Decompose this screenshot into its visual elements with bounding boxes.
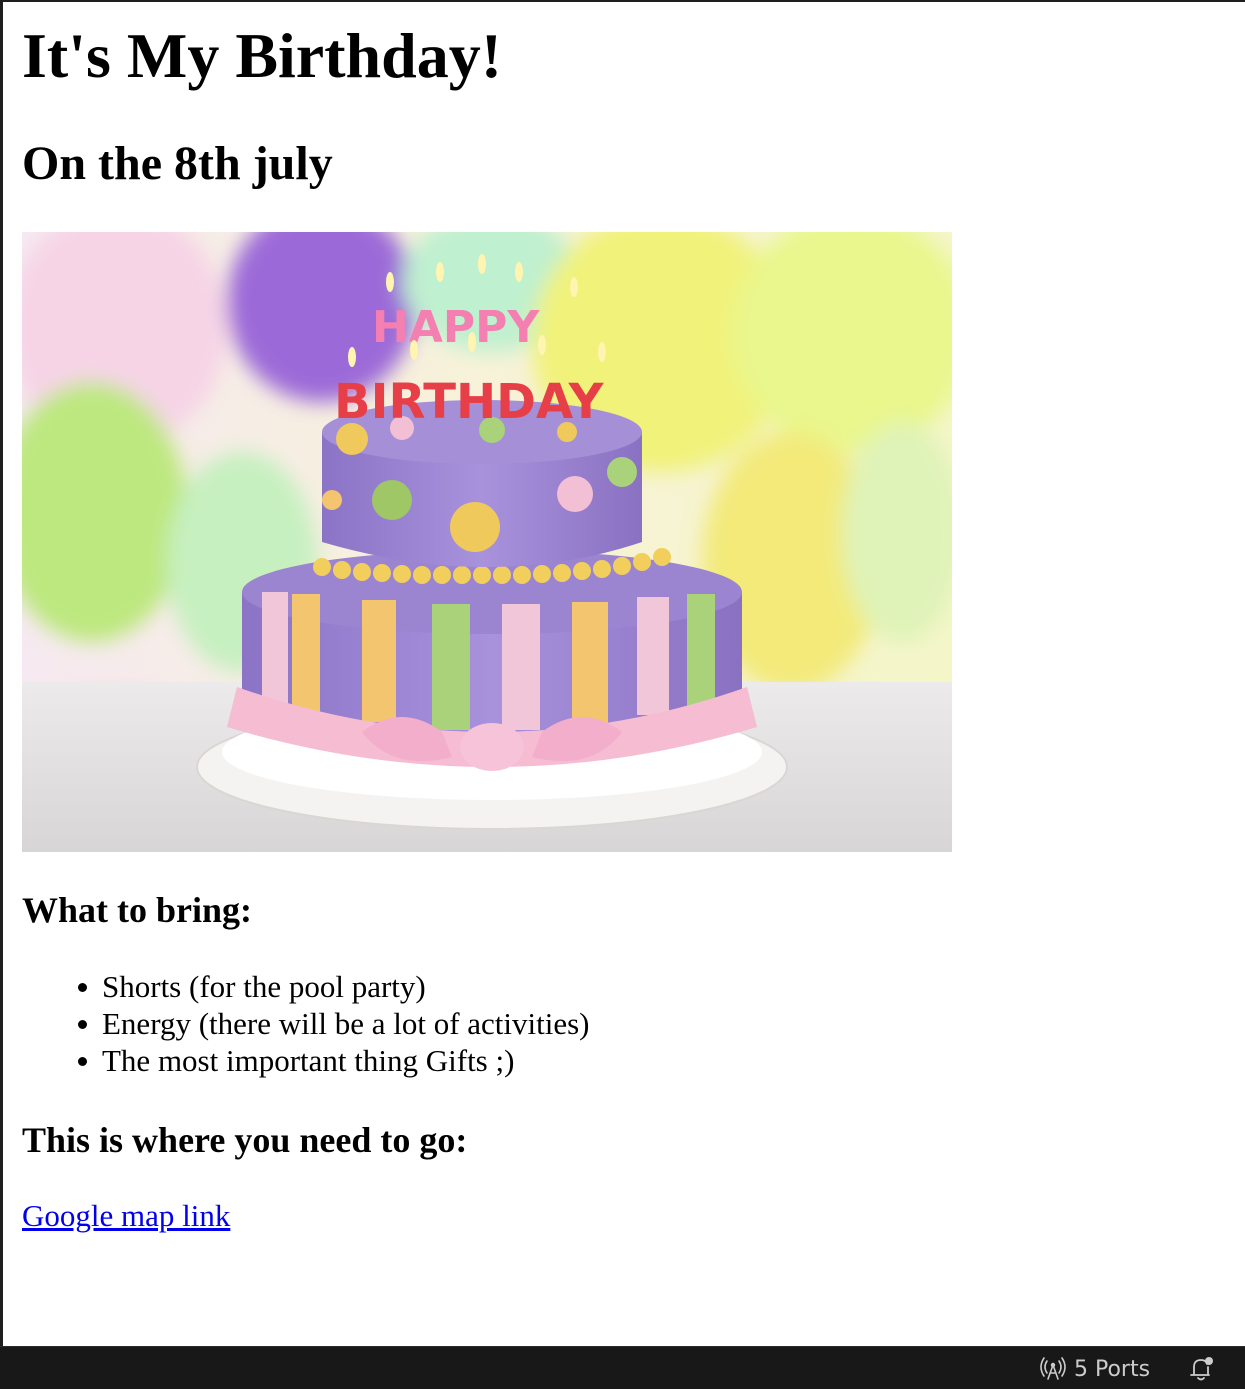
ports-status-item[interactable]: 5 Ports: [1040, 1355, 1150, 1383]
bring-list: Shorts (for the pool party) Energy (ther…: [22, 968, 822, 1079]
bring-heading: What to bring:: [22, 890, 253, 930]
where-heading: This is where you need to go:: [22, 1120, 468, 1160]
ports-label: 5 Ports: [1074, 1356, 1151, 1382]
status-bar: 5 Ports: [0, 1346, 1245, 1389]
page-title: It's My Birthday!: [22, 20, 502, 91]
birthday-cake-image: HAPPY BIRTHDAY: [22, 232, 952, 852]
browser-viewport: It's My Birthday! On the 8th july HAPPY …: [0, 0, 1245, 1346]
bullet-icon: [78, 1020, 87, 1029]
list-item: Shorts (for the pool party): [22, 968, 822, 1005]
google-map-link[interactable]: Google map link: [22, 1197, 230, 1234]
bell-icon[interactable]: [1186, 1355, 1216, 1383]
bullet-icon: [78, 983, 87, 992]
svg-text:HAPPY: HAPPY: [372, 302, 540, 353]
list-item-text: The most important thing Gifts ;): [102, 1043, 515, 1078]
page-subtitle: On the 8th july: [22, 137, 333, 190]
svg-text:BIRTHDAY: BIRTHDAY: [334, 374, 605, 430]
list-item: Energy (there will be a lot of activitie…: [22, 1005, 822, 1042]
list-item: The most important thing Gifts ;): [22, 1042, 822, 1079]
list-item-text: Energy (there will be a lot of activitie…: [102, 1006, 590, 1041]
bullet-icon: [78, 1057, 87, 1066]
list-item-text: Shorts (for the pool party): [102, 969, 426, 1004]
broadcast-icon: [1040, 1357, 1066, 1380]
